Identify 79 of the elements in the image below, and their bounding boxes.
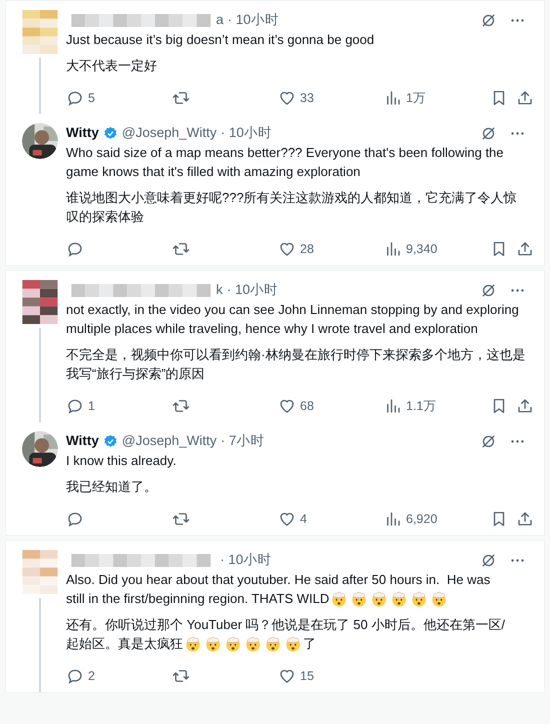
reply-icon[interactable]	[66, 89, 84, 107]
mind-blown-emoji-icon	[285, 636, 301, 652]
share-icon[interactable]	[516, 397, 534, 415]
repost-icon[interactable]	[172, 510, 190, 528]
mind-blown-emoji-icon	[391, 590, 408, 606]
post-text: 起始区。真是太疯狂	[66, 635, 183, 653]
action-count: 2	[88, 668, 95, 685]
heart-icon[interactable]	[278, 240, 296, 258]
action-count: 9,340	[406, 240, 438, 258]
slashed-circle-icon[interactable]	[480, 124, 497, 142]
repost-icon[interactable]	[172, 397, 190, 415]
post-text: not exactly, in the video you can see John Linneman stopping by and exploring multiple places while traveling, hence why I wrote travel and exploration	[66, 301, 520, 338]
action-count: 68	[300, 398, 314, 415]
repost-icon[interactable]	[172, 89, 190, 107]
blurred-avatar	[22, 280, 58, 324]
mind-blown-emoji-icon	[431, 590, 448, 606]
mind-blown-emoji-icon	[351, 590, 368, 606]
action-count: 4	[300, 510, 307, 528]
author-name[interactable]: Witty	[66, 430, 99, 452]
repost-icon[interactable]	[172, 667, 190, 685]
share-icon[interactable]	[516, 510, 534, 528]
bar-chart-icon[interactable]	[384, 510, 402, 528]
heart-icon[interactable]	[278, 510, 296, 528]
action-count: 15	[300, 668, 314, 685]
author-handle[interactable]: @Joseph_Witty	[122, 430, 217, 452]
post-text: 大不代表一定好	[66, 57, 157, 75]
mind-blown-emoji-icon	[205, 636, 221, 652]
mind-blown-emoji-icon	[265, 636, 281, 652]
mind-blown-emoji-icon	[411, 590, 428, 606]
bar-chart-icon[interactable]	[384, 397, 402, 415]
repost-icon[interactable]	[172, 240, 190, 258]
heart-icon[interactable]	[278, 89, 296, 107]
reply-icon[interactable]	[66, 240, 84, 258]
post-time[interactable]: · 10小时	[228, 10, 279, 30]
action-count: 1.1万	[406, 398, 436, 415]
blurred-avatar	[22, 10, 58, 54]
post-text: 了	[303, 635, 316, 653]
post-time[interactable]: · 10小时	[220, 550, 272, 570]
post-text: Just because it’s big doesn’t mean it’s gonna be good	[66, 31, 374, 49]
author-name-fragment: k	[216, 280, 223, 299]
bar-chart-icon[interactable]	[384, 240, 402, 258]
heart-icon[interactable]	[278, 397, 296, 415]
reply-icon[interactable]	[66, 667, 84, 685]
action-count: 6,920	[406, 510, 438, 528]
post-time[interactable]: · 7小时	[220, 430, 264, 452]
post-text: 不完全是，视频中你可以看到约翰·林纳曼在旅行时停下来探索多个地方，这也是我写“旅行与探索”的原因	[66, 346, 526, 383]
post-text: 我已经知道了。	[66, 478, 157, 496]
post-text: 谁说地图大小意味着更好呢???所有关注这款游戏的人都知道，它充满了令人惊叹的探索体验	[66, 189, 518, 226]
bar-chart-icon[interactable]	[384, 89, 402, 107]
blurred-avatar	[22, 550, 58, 594]
reply-icon[interactable]	[66, 397, 84, 415]
post-text: Who said size of a map means better??? Everyone that's been following the game knows that it's filled with amazing exploration	[66, 144, 505, 181]
action-count: 1	[88, 398, 95, 415]
reply-icon[interactable]	[66, 510, 84, 528]
post-time[interactable]: · 10小时	[226, 280, 278, 300]
mind-blown-emoji-icon	[225, 636, 241, 652]
heart-icon[interactable]	[278, 667, 296, 685]
author-name-fragment: a	[216, 10, 224, 29]
author-handle[interactable]: @Joseph_Witty	[122, 122, 217, 144]
post-text: 还有。你听说过那个 YouTuber 吗？他说是在玩了 50 小时后。他还在第一区/	[66, 616, 505, 634]
slashed-circle-icon[interactable]	[480, 432, 497, 450]
post-text: I know this already.	[66, 452, 176, 470]
mind-blown-emoji-icon	[245, 636, 261, 652]
slashed-circle-icon[interactable]	[480, 552, 497, 568]
action-count: 33	[300, 90, 314, 107]
mind-blown-emoji-icon	[331, 590, 348, 606]
action-count: 28	[300, 240, 314, 258]
post-text: still in the first/beginning region. THATS WILD	[66, 590, 330, 608]
share-icon[interactable]	[516, 89, 534, 107]
slashed-circle-icon[interactable]	[480, 12, 497, 28]
author-name[interactable]: Witty	[66, 122, 99, 144]
post-text: Also. Did you hear about that youtuber. He said after 50 hours in. He was	[66, 571, 490, 589]
post-time[interactable]: · 10小时	[220, 122, 272, 144]
action-count: 5	[88, 90, 95, 107]
action-count: 1万	[406, 90, 426, 107]
mind-blown-emoji-icon	[185, 636, 201, 652]
mind-blown-emoji-icon	[371, 590, 388, 606]
slashed-circle-icon[interactable]	[480, 282, 497, 298]
share-icon[interactable]	[516, 240, 534, 258]
